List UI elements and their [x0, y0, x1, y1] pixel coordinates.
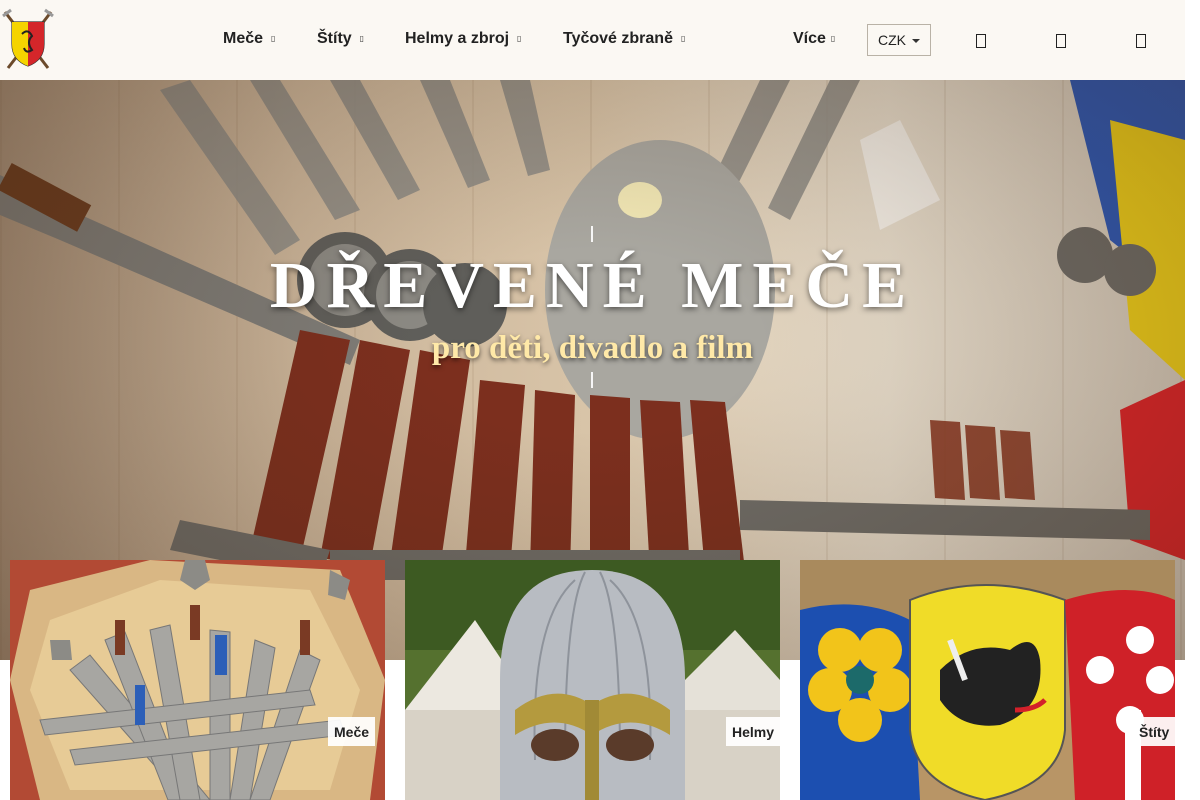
nav-item-stity[interactable]: Štíty ▯ [317, 30, 364, 50]
nav-label: Tyčové zbraně [563, 30, 673, 47]
chevron-down-icon: ▯ [830, 34, 836, 44]
helmet-photo [405, 560, 780, 800]
category-card-stity[interactable]: Štíty [800, 560, 1175, 800]
hero-divider-top [591, 226, 593, 242]
chevron-down-icon: ▯ [680, 34, 686, 44]
search-icon[interactable] [976, 34, 986, 48]
chevron-down-icon: ▯ [517, 34, 522, 44]
category-label: Štíty [1133, 717, 1175, 746]
shields-photo [800, 560, 1175, 800]
nav-label: Helmy a zbroj [405, 30, 510, 47]
chevron-down-icon: ▯ [359, 34, 365, 44]
category-label: Meče [328, 717, 376, 746]
currency-select[interactable]: CZK [867, 24, 931, 56]
site-logo[interactable] [2, 8, 54, 72]
nav-item-mece[interactable]: Meče ▯ [223, 30, 275, 50]
chevron-down-icon: ▯ [271, 34, 276, 44]
nav-item-tycove-zbrane[interactable]: Tyčové zbraně ▯ [563, 30, 685, 50]
wooden-swords-photo [10, 560, 385, 800]
hero-subtitle: pro děti, divadlo a film [431, 330, 754, 366]
nav-label: Více [793, 30, 826, 47]
site-header: Meče ▯ Štíty ▯ Helmy a zbroj ▯ Tyčové zbran… [0, 0, 1185, 80]
user-icon[interactable] [1056, 34, 1066, 48]
crest-logo-icon [2, 8, 54, 69]
hero-title: DŘEVENÉ MEČE [269, 249, 916, 322]
nav-item-helmy-a-zbroj[interactable]: Helmy a zbroj ▯ [405, 30, 521, 50]
currency-value: CZK [878, 32, 906, 48]
nav-label: Meče [223, 30, 264, 47]
category-card-helmy[interactable]: Helmy [405, 560, 780, 800]
cart-icon[interactable] [1136, 34, 1146, 48]
dropdown-arrow-icon [912, 39, 920, 43]
category-label: Helmy [726, 717, 780, 746]
category-card-mece[interactable]: Meče [10, 560, 385, 800]
nav-item-vice[interactable]: Více ▯ [793, 30, 835, 50]
hero-divider-bottom [591, 372, 593, 388]
nav-label: Štíty [317, 30, 352, 47]
